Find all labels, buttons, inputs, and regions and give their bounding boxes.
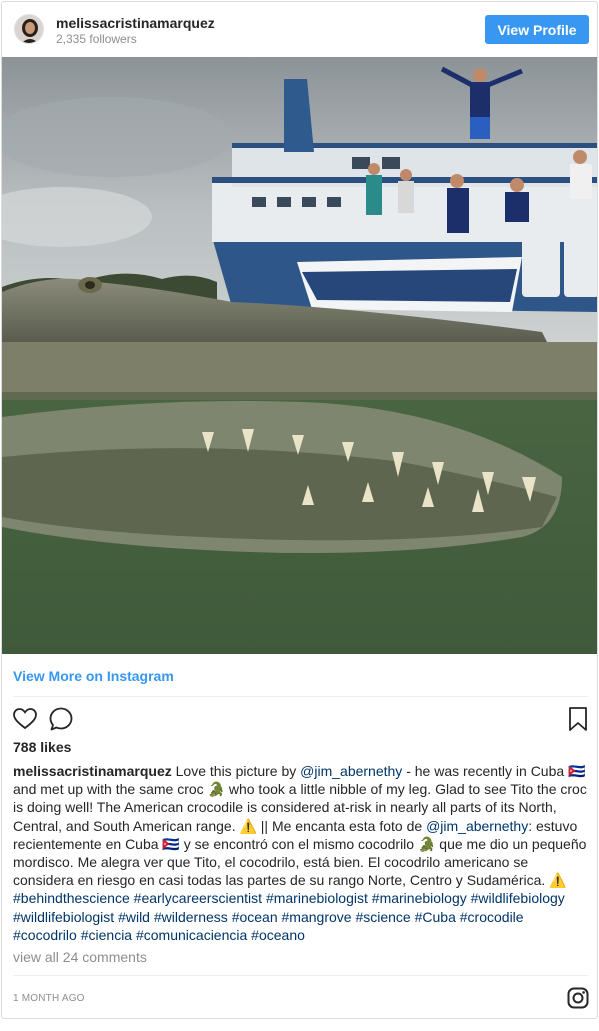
divider: [13, 975, 588, 976]
hashtag-link[interactable]: #wilderness: [154, 909, 228, 925]
bookmark-icon[interactable]: [564, 705, 592, 733]
hashtag-link[interactable]: #science: [355, 909, 410, 925]
heart-icon[interactable]: [11, 705, 39, 733]
mention-link[interactable]: @jim_abernethy: [300, 763, 402, 779]
hashtag-link[interactable]: #earlycareerscientist: [134, 890, 262, 906]
hashtag-link[interactable]: #wildlifebiologist: [13, 909, 114, 925]
view-comments-link[interactable]: view all 24 comments: [13, 949, 147, 965]
hashtag-link[interactable]: #behindthescience: [13, 890, 130, 906]
caption-username[interactable]: melissacristinamarquez: [13, 763, 172, 779]
hashtag-link[interactable]: #oceano: [251, 927, 305, 943]
hashtag-link[interactable]: #wild: [118, 909, 150, 925]
hashtag-link[interactable]: #mangrove: [282, 909, 352, 925]
instagram-embed-card: melissacristinamarquez 2,335 followers V…: [1, 1, 598, 1019]
post-caption: melissacristinamarquez Love this picture…: [13, 762, 591, 944]
view-profile-button[interactable]: View Profile: [485, 15, 589, 44]
hashtag-link[interactable]: #ciencia: [81, 927, 132, 943]
post-header: melissacristinamarquez 2,335 followers V…: [2, 2, 597, 57]
instagram-logo-icon[interactable]: [567, 987, 589, 1009]
caption-text: Love this picture by: [171, 763, 301, 779]
header-username[interactable]: melissacristinamarquez: [56, 15, 215, 31]
hashtag-list: #behindthescience #earlycareerscientist …: [13, 890, 565, 942]
hashtag-link[interactable]: #cocodrilo: [13, 927, 77, 943]
divider: [13, 696, 588, 697]
hashtag-link[interactable]: #Cuba: [415, 909, 456, 925]
post-photo[interactable]: [2, 57, 597, 654]
hashtag-link[interactable]: #comunicaciencia: [136, 927, 247, 943]
post-timestamp[interactable]: 1 MONTH AGO: [13, 993, 85, 1004]
hashtag-link[interactable]: #wildlifebiology: [471, 890, 565, 906]
hashtag-link[interactable]: #crocodile: [460, 909, 524, 925]
like-count[interactable]: 788 likes: [13, 739, 71, 755]
mention-link[interactable]: @jim_abernethy: [426, 818, 528, 834]
hashtag-link[interactable]: #marinebiologist: [266, 890, 368, 906]
hashtag-link[interactable]: #marinebiology: [372, 890, 467, 906]
avatar[interactable]: [14, 14, 44, 44]
comment-icon[interactable]: [47, 705, 75, 733]
hashtag-link[interactable]: #ocean: [232, 909, 278, 925]
follower-count: 2,335 followers: [56, 32, 137, 46]
view-more-link[interactable]: View More on Instagram: [13, 668, 174, 684]
action-bar: [2, 705, 597, 735]
